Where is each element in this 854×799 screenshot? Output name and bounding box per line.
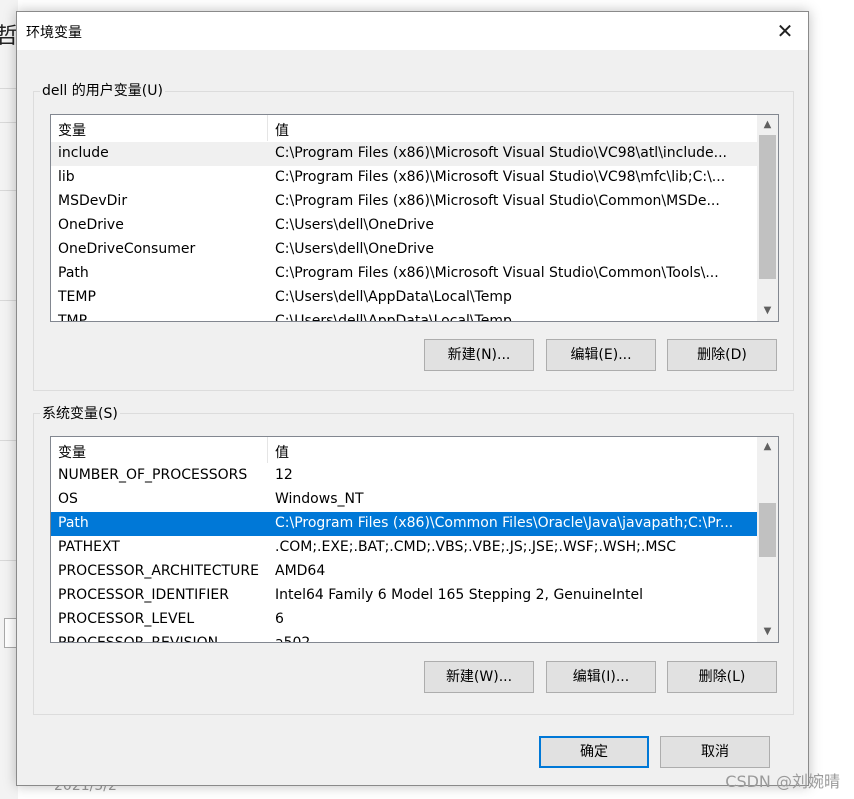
table-row[interactable]: PROCESSOR_REVISION a502 xyxy=(51,632,757,643)
column-divider[interactable] xyxy=(267,115,268,141)
variable-value: Windows_NT xyxy=(275,491,364,507)
watermark: CSDN @刘婉晴 xyxy=(725,772,840,791)
scroll-down-icon[interactable]: ▼ xyxy=(757,623,778,641)
list-header: 变量 值 xyxy=(51,115,757,141)
variable-name: PATHEXT xyxy=(58,539,120,555)
table-row[interactable]: PATHEXT .COM;.EXE;.BAT;.CMD;.VBS;.VBE;.JS… xyxy=(51,536,757,560)
table-row[interactable]: include C:\Program Files (x86)\Microsoft … xyxy=(51,142,757,166)
ok-button[interactable]: 确定 xyxy=(539,736,649,768)
table-row[interactable]: NUMBER_OF_PROCESSORS 12 xyxy=(51,464,757,488)
system-variables-label: 系统变量(S) xyxy=(40,403,120,423)
cancel-button[interactable]: 取消 xyxy=(660,736,770,768)
variable-value: C:\Users\dell\OneDrive xyxy=(275,217,434,233)
system-delete-button[interactable]: 删除(L) xyxy=(667,661,777,693)
variable-name: NUMBER_OF_PROCESSORS xyxy=(58,467,248,483)
variable-name: Path xyxy=(58,265,89,281)
variable-name: TEMP xyxy=(58,289,96,305)
variable-value: .COM;.EXE;.BAT;.CMD;.VBS;.VBE;.JS;.JSE;.… xyxy=(275,539,677,555)
column-header-value[interactable]: 值 xyxy=(275,120,289,140)
dialog-title: 环境变量 xyxy=(26,25,82,41)
vertical-scrollbar[interactable]: ▲ ▼ xyxy=(757,115,778,321)
variable-name: MSDevDir xyxy=(58,193,128,209)
variable-value: 12 xyxy=(275,467,293,483)
variable-value: C:\Users\dell\AppData\Local\Temp xyxy=(275,289,512,305)
vertical-scrollbar[interactable]: ▲ ▼ xyxy=(757,437,778,642)
table-row[interactable]: Path C:\Program Files (x86)\Microsoft Vis… xyxy=(51,262,757,286)
variable-name: OneDriveConsumer xyxy=(58,241,196,257)
variable-value: 6 xyxy=(275,611,284,627)
user-delete-button[interactable]: 删除(D) xyxy=(667,339,777,371)
table-row[interactable]: lib C:\Program Files (x86)\Microsoft Visu… xyxy=(51,166,757,190)
scroll-down-icon[interactable]: ▼ xyxy=(757,302,778,320)
table-row[interactable]: OneDriveConsumer C:\Users\dell\OneDrive xyxy=(51,238,757,262)
variable-name: PROCESSOR_REVISION xyxy=(58,635,219,643)
variable-value: Intel64 Family 6 Model 165 Stepping 2, G… xyxy=(275,587,644,603)
user-new-button[interactable]: 新建(N)... xyxy=(424,339,534,371)
user-variables-list[interactable]: 变量 值 include C:\Program Files (x86)\Micro… xyxy=(50,114,779,322)
variable-value: C:\Program Files (x86)\Microsoft Visual … xyxy=(275,145,727,161)
column-divider[interactable] xyxy=(267,437,268,463)
variable-name: TMP xyxy=(58,313,88,322)
close-icon[interactable]: ✕ xyxy=(772,18,798,44)
variable-value: AMD64 xyxy=(275,563,326,579)
list-header: 变量 值 xyxy=(51,437,757,463)
variable-name: OS xyxy=(58,491,78,507)
variable-value: C:\Program Files (x86)\Microsoft Visual … xyxy=(275,265,719,281)
variable-name: PROCESSOR_ARCHITECTURE xyxy=(58,563,259,579)
scroll-up-icon[interactable]: ▲ xyxy=(757,116,778,134)
variable-name: Path xyxy=(58,515,89,531)
scrollbar-thumb[interactable] xyxy=(759,503,776,557)
table-row[interactable]: PROCESSOR_IDENTIFIER Intel64 Family 6 Mod… xyxy=(51,584,757,608)
column-header-name[interactable]: 变量 xyxy=(58,120,86,140)
variable-value: C:\Program Files (x86)\Microsoft Visual … xyxy=(275,169,726,185)
user-edit-button[interactable]: 编辑(E)... xyxy=(546,339,656,371)
variable-name: PROCESSOR_LEVEL xyxy=(58,611,195,627)
variable-value: a502 xyxy=(275,635,311,643)
environment-variables-dialog: 环境变量 ✕ dell 的用户变量(U) 变量 值 include C:\Prog… xyxy=(16,11,809,786)
table-row-selected[interactable]: Path C:\Program Files (x86)\Common Files\… xyxy=(51,512,757,536)
table-row[interactable]: OS Windows_NT xyxy=(51,488,757,512)
system-edit-button[interactable]: 编辑(I)... xyxy=(546,661,656,693)
table-row[interactable]: TEMP C:\Users\dell\AppData\Local\Temp xyxy=(51,286,757,310)
variable-name: PROCESSOR_IDENTIFIER xyxy=(58,587,229,603)
user-variables-label: dell 的用户变量(U) xyxy=(40,80,165,100)
table-row[interactable]: OneDrive C:\Users\dell\OneDrive xyxy=(51,214,757,238)
variable-name: OneDrive xyxy=(58,217,124,233)
variable-value: C:\Users\dell\AppData\Local\Temp xyxy=(275,313,512,322)
variable-name: lib xyxy=(58,169,75,185)
column-header-value[interactable]: 值 xyxy=(275,442,289,462)
column-header-name[interactable]: 变量 xyxy=(58,442,86,462)
table-row[interactable]: MSDevDir C:\Program Files (x86)\Microsoft… xyxy=(51,190,757,214)
variable-value: C:\Program Files (x86)\Common Files\Orac… xyxy=(275,515,734,531)
table-row[interactable]: PROCESSOR_LEVEL 6 xyxy=(51,608,757,632)
variable-name: include xyxy=(58,145,109,161)
system-new-button[interactable]: 新建(W)... xyxy=(424,661,534,693)
variable-value: C:\Program Files (x86)\Microsoft Visual … xyxy=(275,193,720,209)
system-variables-list[interactable]: 变量 值 NUMBER_OF_PROCESSORS 12 OS Windows_NT… xyxy=(50,436,779,643)
table-row[interactable]: PROCESSOR_ARCHITECTURE AMD64 xyxy=(51,560,757,584)
title-bar: 环境变量 ✕ xyxy=(17,12,808,50)
scroll-up-icon[interactable]: ▲ xyxy=(757,438,778,456)
scrollbar-thumb[interactable] xyxy=(759,135,776,279)
variable-value: C:\Users\dell\OneDrive xyxy=(275,241,434,257)
table-row[interactable]: TMP C:\Users\dell\AppData\Local\Temp xyxy=(51,310,757,322)
